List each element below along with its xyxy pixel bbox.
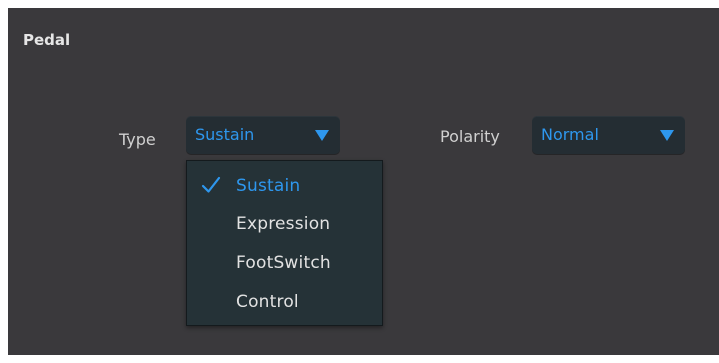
menu-item-control[interactable]: Control xyxy=(187,282,382,321)
type-dropdown[interactable]: Sustain xyxy=(186,116,340,154)
checkmark-icon xyxy=(201,176,221,193)
menu-item-label: FootSwitch xyxy=(236,253,331,273)
menu-item-expression[interactable]: Expression xyxy=(187,204,382,243)
menu-item-label: Expression xyxy=(236,214,331,234)
menu-item-label: Sustain xyxy=(236,176,301,196)
type-dropdown-menu: Sustain Expression FootSwitch Control xyxy=(186,160,383,326)
polarity-selected-value: Normal xyxy=(541,125,599,144)
polarity-label: Polarity xyxy=(440,127,500,146)
polarity-dropdown[interactable]: Normal xyxy=(532,116,685,154)
menu-item-sustain[interactable]: Sustain xyxy=(187,166,382,205)
caret-down-icon xyxy=(315,130,329,141)
section-title: Pedal xyxy=(23,31,71,49)
menu-item-footswitch[interactable]: FootSwitch xyxy=(187,243,382,282)
type-selected-value: Sustain xyxy=(195,125,255,144)
pedal-settings-panel: Pedal Type Sustain Polarity Normal Susta… xyxy=(8,8,719,355)
menu-item-label: Control xyxy=(236,292,299,312)
caret-down-icon xyxy=(660,130,674,141)
type-label: Type xyxy=(119,130,156,149)
